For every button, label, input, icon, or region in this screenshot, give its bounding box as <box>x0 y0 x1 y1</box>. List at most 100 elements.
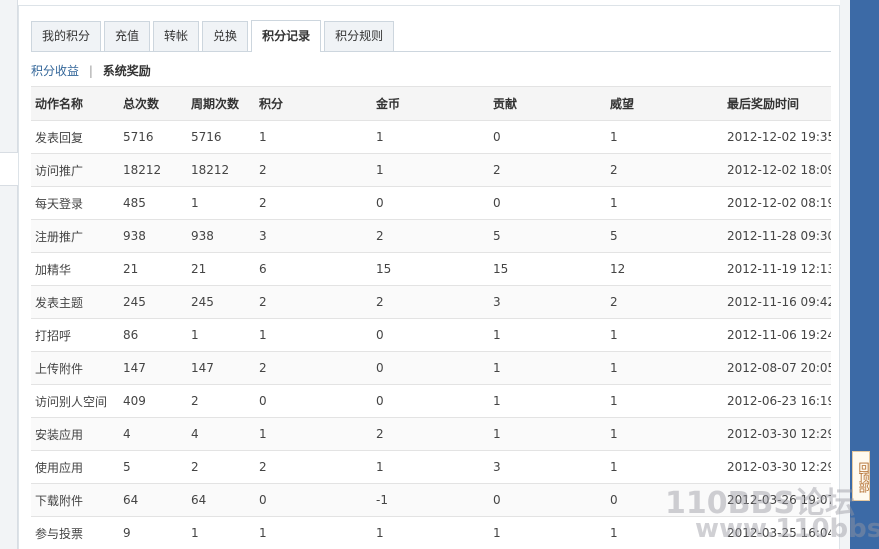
cell-action-name: 发表回复 <box>31 120 119 154</box>
cell-gold: 0 <box>372 318 489 352</box>
table-row: 参与投票 9 1 1 1 1 1 2012-03-25 16:04 <box>31 516 831 549</box>
header-total-count: 总次数 <box>119 86 187 121</box>
cell-gold: 1 <box>372 450 489 484</box>
cell-cycle-count: 1 <box>187 318 255 352</box>
header-action-name: 动作名称 <box>31 86 119 121</box>
cell-gold: 15 <box>372 252 489 286</box>
left-panel-edge <box>0 0 19 549</box>
table-row: 上传附件 147 147 2 0 1 1 2012-08-07 20:05 <box>31 351 831 385</box>
cell-last-reward-time: 2012-06-23 16:19 <box>723 384 831 418</box>
tab-1[interactable]: 充值 <box>104 21 151 51</box>
table-row: 下载附件 64 64 0 -1 0 0 2012-03-26 19:07 <box>31 483 831 517</box>
cell-total-count: 18212 <box>119 153 187 187</box>
cell-prestige: 5 <box>606 219 723 253</box>
cell-gold: 0 <box>372 351 489 385</box>
table-row: 注册推广 938 938 3 2 5 5 2012-11-28 09:30 <box>31 219 831 253</box>
cell-points: 3 <box>255 219 372 253</box>
subnav-separator: | <box>88 64 93 78</box>
cell-action-name: 使用应用 <box>31 450 119 484</box>
cell-gold: 2 <box>372 219 489 253</box>
table-row: 安装应用 4 4 1 2 1 1 2012-03-30 12:29 <box>31 417 831 451</box>
cell-contribution: 1 <box>489 417 606 451</box>
header-prestige: 威望 <box>606 86 723 121</box>
tab-4[interactable]: 积分记录 <box>251 20 322 52</box>
cell-prestige: 12 <box>606 252 723 286</box>
cell-contribution: 3 <box>489 450 606 484</box>
cell-gold: 1 <box>372 153 489 187</box>
cell-prestige: 1 <box>606 417 723 451</box>
cell-points: 2 <box>255 285 372 319</box>
cell-contribution: 0 <box>489 483 606 517</box>
cell-total-count: 485 <box>119 186 187 220</box>
cell-points: 0 <box>255 483 372 517</box>
cell-total-count: 86 <box>119 318 187 352</box>
cell-last-reward-time: 2012-12-02 18:09 <box>723 153 831 187</box>
cell-last-reward-time: 2012-11-06 19:24 <box>723 318 831 352</box>
right-gap <box>840 0 850 549</box>
cell-prestige: 0 <box>606 483 723 517</box>
cell-last-reward-time: 2012-12-02 08:19 <box>723 186 831 220</box>
cell-cycle-count: 245 <box>187 285 255 319</box>
cell-points: 2 <box>255 351 372 385</box>
tab-2[interactable]: 转帐 <box>153 21 200 51</box>
cell-prestige: 1 <box>606 120 723 154</box>
cell-cycle-count: 1 <box>187 516 255 549</box>
cell-points: 1 <box>255 120 372 154</box>
header-points: 积分 <box>255 86 372 121</box>
cell-total-count: 5716 <box>119 120 187 154</box>
cell-gold: 0 <box>372 186 489 220</box>
cell-total-count: 64 <box>119 483 187 517</box>
cell-last-reward-time: 2012-03-26 19:07 <box>723 483 831 517</box>
cell-prestige: 1 <box>606 450 723 484</box>
cell-cycle-count: 147 <box>187 351 255 385</box>
cell-contribution: 2 <box>489 153 606 187</box>
subnav-current-system-reward: 系统奖励 <box>102 64 151 78</box>
cell-total-count: 4 <box>119 417 187 451</box>
cell-action-name: 上传附件 <box>31 351 119 385</box>
cell-points: 0 <box>255 384 372 418</box>
credit-log-panel: 我的积分 充值 转帐 兑换 积分记录 积分规则 积分收益 | 系统奖励 动作名称 总次数 … <box>18 5 840 549</box>
cell-cycle-count: 2 <box>187 450 255 484</box>
tab-5[interactable]: 积分规则 <box>324 21 395 51</box>
subnav-link-income[interactable]: 积分收益 <box>31 64 79 78</box>
cell-points: 6 <box>255 252 372 286</box>
cell-prestige: 1 <box>606 351 723 385</box>
cell-action-name: 安装应用 <box>31 417 119 451</box>
cell-gold: -1 <box>372 483 489 517</box>
cell-gold: 1 <box>372 120 489 154</box>
back-to-top-button[interactable]: 回顶部 <box>852 451 870 501</box>
cell-contribution: 1 <box>489 384 606 418</box>
cell-prestige: 1 <box>606 516 723 549</box>
back-to-top-label: 回顶部 <box>857 462 870 492</box>
cell-prestige: 1 <box>606 384 723 418</box>
cell-last-reward-time: 2012-08-07 20:05 <box>723 351 831 385</box>
header-gold: 金币 <box>372 86 489 121</box>
cell-last-reward-time: 2012-03-25 16:04 <box>723 516 831 549</box>
cell-contribution: 3 <box>489 285 606 319</box>
cell-total-count: 9 <box>119 516 187 549</box>
tab-3[interactable]: 兑换 <box>202 21 249 51</box>
table-row: 加精华 21 21 6 15 15 12 2012-11-19 12:13 <box>31 252 831 286</box>
table-row: 每天登录 485 1 2 0 0 1 2012-12-02 08:19 <box>31 186 831 220</box>
table-row: 发表回复 5716 5716 1 1 0 1 2012-12-02 19:35 <box>31 120 831 154</box>
cell-prestige: 1 <box>606 186 723 220</box>
cell-contribution: 0 <box>489 120 606 154</box>
cell-cycle-count: 4 <box>187 417 255 451</box>
cell-cycle-count: 21 <box>187 252 255 286</box>
cell-total-count: 21 <box>119 252 187 286</box>
tab-0[interactable]: 我的积分 <box>31 21 102 51</box>
subnav: 积分收益 | 系统奖励 <box>31 62 151 79</box>
cell-contribution: 5 <box>489 219 606 253</box>
header-cycle-count: 周期次数 <box>187 86 255 121</box>
cell-points: 2 <box>255 450 372 484</box>
cell-cycle-count: 2 <box>187 384 255 418</box>
cell-last-reward-time: 2012-03-30 12:29 <box>723 450 831 484</box>
cell-action-name: 访问别人空间 <box>31 384 119 418</box>
cell-cycle-count: 1 <box>187 186 255 220</box>
cell-last-reward-time: 2012-11-19 12:13 <box>723 252 831 286</box>
cell-action-name: 下载附件 <box>31 483 119 517</box>
cell-action-name: 参与投票 <box>31 516 119 549</box>
cell-last-reward-time: 2012-11-28 09:30 <box>723 219 831 253</box>
header-contribution: 贡献 <box>489 86 606 121</box>
cell-cycle-count: 18212 <box>187 153 255 187</box>
